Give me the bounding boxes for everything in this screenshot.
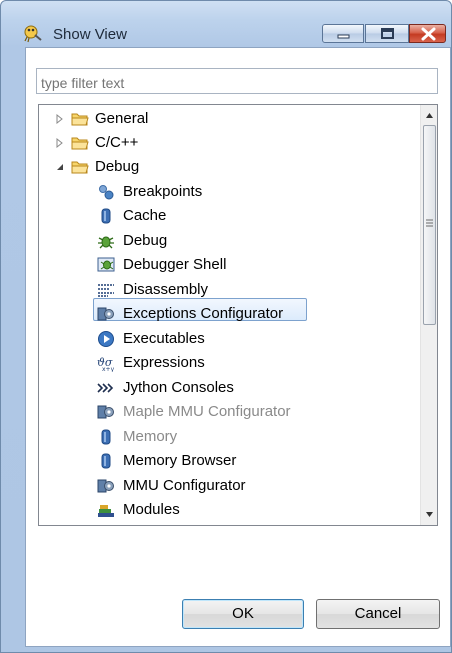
ok-button[interactable]: OK bbox=[182, 599, 304, 629]
tree-item-debug[interactable]: Debug bbox=[39, 229, 419, 253]
scrollbar-thumb[interactable] bbox=[423, 125, 436, 325]
vertical-scrollbar[interactable] bbox=[420, 105, 438, 525]
scroll-up-arrow-icon[interactable] bbox=[421, 107, 438, 124]
expressions-icon: ϑσx+y bbox=[97, 356, 115, 372]
jython-icon bbox=[97, 383, 114, 393]
tree-item-label: Disassembly bbox=[123, 281, 209, 298]
tree-item-label: Memory bbox=[123, 428, 178, 445]
minimize-button[interactable] bbox=[322, 24, 364, 43]
tree-item-label: Breakpoints bbox=[123, 183, 203, 200]
tree-item-exceptions-configurator[interactable]: Exceptions Configurator bbox=[39, 302, 419, 326]
tree-item-jython-consoles[interactable]: Jython Consoles bbox=[39, 376, 419, 400]
cache-icon bbox=[101, 208, 111, 224]
tree-item-general[interactable]: General bbox=[39, 107, 419, 131]
tree-item-debug-folder[interactable]: Debug bbox=[39, 155, 419, 179]
tree-item-label: Cache bbox=[123, 207, 167, 224]
breakpoints-icon bbox=[99, 185, 114, 200]
tree-item-label: Exceptions Configurator bbox=[123, 305, 284, 322]
filter-input[interactable] bbox=[36, 68, 438, 94]
maximize-button[interactable] bbox=[365, 24, 409, 43]
tree-item-label: MMU Configurator bbox=[123, 477, 246, 494]
configurator-icon bbox=[97, 307, 114, 321]
tree-item-label: Modules bbox=[123, 501, 180, 518]
show-view-dialog: Show View General C/C++ bbox=[0, 0, 452, 653]
view-tree[interactable]: General C/C++ Debug Breakpoints Cache De… bbox=[38, 104, 438, 526]
tree-item-expressions[interactable]: ϑσ x+y Expressions bbox=[39, 351, 419, 375]
tree-item-label: C/C++ bbox=[95, 134, 139, 151]
tree-item-executables[interactable]: Executables bbox=[39, 327, 419, 351]
tree-item-debugger-shell[interactable]: Debugger Shell bbox=[39, 253, 419, 277]
svg-text:x+y: x+y bbox=[102, 366, 115, 372]
tree-item-label: Memory Browser bbox=[123, 452, 237, 469]
cancel-button[interactable]: Cancel bbox=[316, 599, 440, 629]
close-button[interactable] bbox=[409, 24, 446, 43]
tree-item-disassembly[interactable]: Disassembly bbox=[39, 278, 419, 302]
tree-item-cpp[interactable]: C/C++ bbox=[39, 131, 419, 155]
tree-item-cache[interactable]: Cache bbox=[39, 204, 419, 228]
folder-open-icon bbox=[71, 161, 89, 174]
configurator-icon bbox=[97, 479, 114, 493]
grip-icon bbox=[426, 219, 433, 227]
tree-item-label: Debug bbox=[123, 232, 168, 249]
tree-item-maple-mmu-configurator[interactable]: Maple MMU Configurator bbox=[39, 400, 419, 424]
disassembly-icon bbox=[98, 284, 114, 297]
tree-item-mmu-configurator[interactable]: MMU Configurator bbox=[39, 474, 419, 498]
folder-icon bbox=[71, 113, 89, 126]
tree-item-memory[interactable]: Memory bbox=[39, 425, 419, 449]
expand-arrow-icon[interactable] bbox=[55, 138, 65, 148]
title-bar[interactable]: Show View bbox=[1, 1, 451, 47]
tree-item-label: Debug bbox=[95, 158, 140, 175]
close-icon bbox=[421, 27, 436, 41]
show-view-app-icon bbox=[24, 25, 42, 43]
tree-item-label: Maple MMU Configurator bbox=[123, 403, 291, 420]
modules-icon bbox=[98, 505, 114, 517]
dialog-content: General C/C++ Debug Breakpoints bbox=[25, 47, 451, 647]
executables-icon bbox=[98, 331, 114, 347]
tree-item-label: Expressions bbox=[123, 354, 205, 371]
window-title: Show View bbox=[53, 26, 127, 43]
tree-item-breakpoints[interactable]: Breakpoints bbox=[39, 180, 419, 204]
maximize-icon bbox=[381, 28, 394, 39]
folder-icon bbox=[71, 137, 89, 150]
configurator-icon bbox=[97, 405, 114, 419]
debugger-shell-icon bbox=[97, 257, 115, 272]
tree-item-label: Jython Consoles bbox=[123, 379, 234, 396]
tree-item-memory-browser[interactable]: Memory Browser bbox=[39, 449, 419, 473]
scroll-down-arrow-icon[interactable] bbox=[421, 506, 438, 523]
collapse-arrow-icon[interactable] bbox=[55, 162, 65, 172]
memory-icon bbox=[101, 453, 111, 469]
tree-item-label: Debugger Shell bbox=[123, 256, 227, 273]
tree-item-label: General bbox=[95, 110, 149, 127]
minimize-icon bbox=[337, 34, 350, 39]
expand-arrow-icon[interactable] bbox=[55, 114, 65, 124]
tree-item-modules[interactable]: Modules bbox=[39, 498, 419, 522]
memory-icon bbox=[101, 429, 111, 445]
tree-item-label: Executables bbox=[123, 330, 205, 347]
debug-bug-icon bbox=[98, 236, 114, 249]
